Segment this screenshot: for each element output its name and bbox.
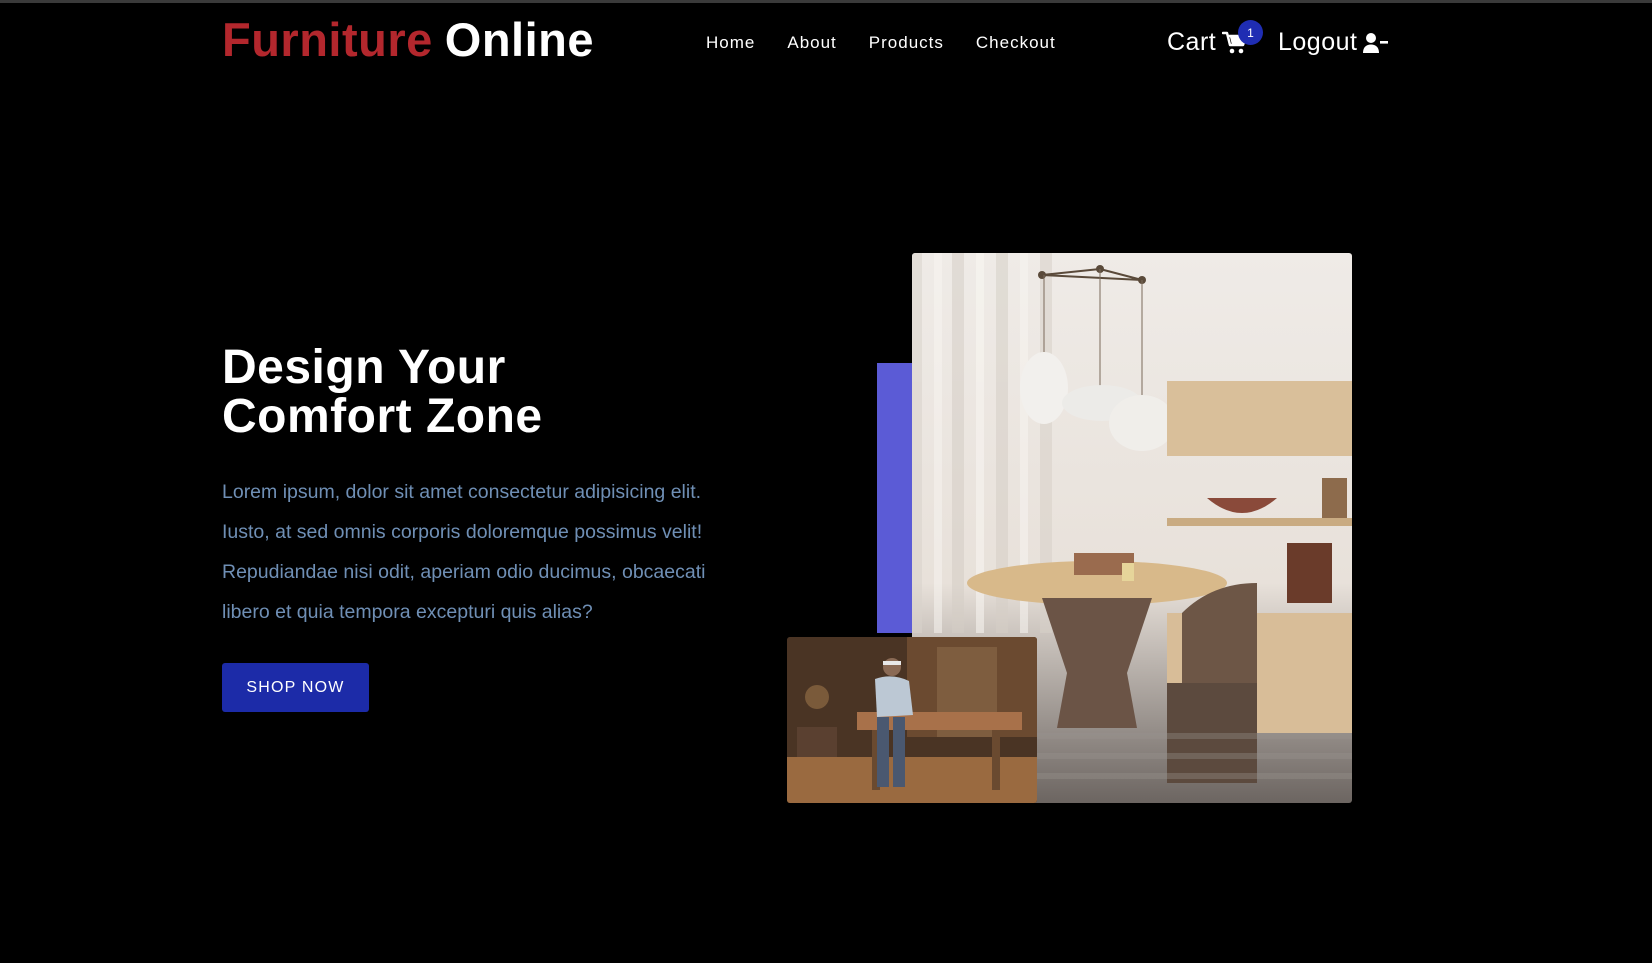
accent-bar [877, 363, 913, 633]
nav-home-link[interactable]: Home [706, 33, 755, 53]
hero-text-line: Iusto, at sed omnis corporis doloremque … [222, 521, 703, 543]
nav-checkout-link[interactable]: Checkout [976, 33, 1056, 53]
main-nav: Home About Products Checkout [706, 33, 1056, 53]
site-logo[interactable]: Furniture Online [222, 12, 594, 67]
logo-brand-text: Furniture [222, 13, 433, 66]
top-border [0, 0, 1652, 3]
cart-label: Cart [1167, 28, 1217, 56]
user-minus-icon [1363, 32, 1389, 53]
hero-description: Lorem ipsum, dolor sit amet consectetur … [222, 472, 722, 632]
cart-count-badge: 1 [1238, 20, 1263, 45]
craftsman-photo [787, 637, 1037, 803]
hero-text-line: Repudiandae nisi odit, aperiam odio duci… [222, 561, 706, 583]
nav-about-link[interactable]: About [787, 33, 836, 53]
hero-text-line: libero et quia tempora excepturi quis al… [222, 601, 593, 623]
hero-text-line: Lorem ipsum, dolor sit amet consectetur … [222, 481, 702, 503]
logout-button[interactable]: Logout [1278, 28, 1389, 57]
logo-rest-text: Online [444, 13, 595, 66]
nav-products-link[interactable]: Products [869, 33, 944, 53]
hero-title-line-1: Design Your [222, 341, 506, 394]
hero-title: Design Your Comfort Zone [222, 343, 543, 441]
shop-now-button[interactable]: SHOP NOW [222, 663, 369, 712]
logout-label: Logout [1278, 28, 1358, 56]
cart-button[interactable]: Cart [1167, 28, 1248, 57]
hero-title-line-2: Comfort Zone [222, 390, 543, 443]
